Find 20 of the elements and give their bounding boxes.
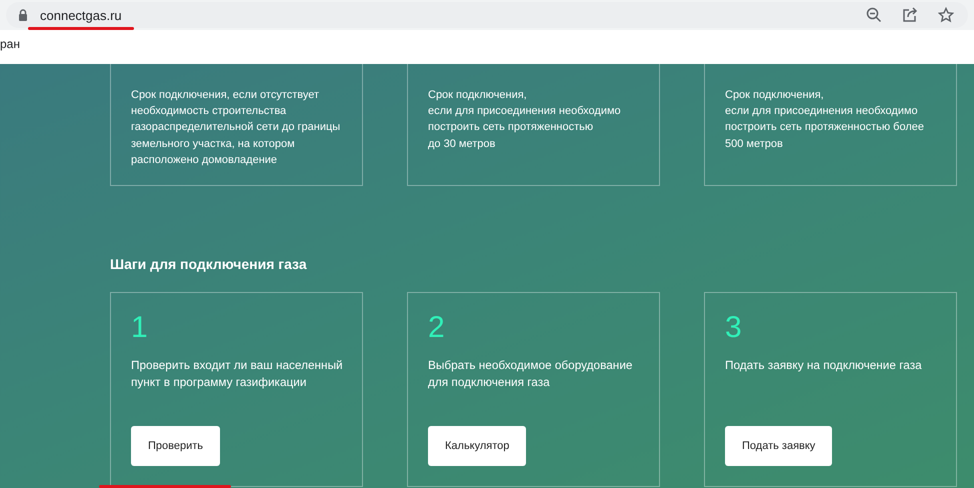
action-button[interactable]: Проверить [131, 426, 220, 466]
step-number: 3 [725, 311, 743, 345]
action-button[interactable]: Подать заявку [725, 426, 832, 466]
step-number: 1 [131, 311, 149, 345]
section-title: Шаги для подключения газа [110, 256, 308, 272]
card-text: Срок подключения, если для присоединения необходимо построить сеть протяженностью до 30 метров [428, 88, 622, 152]
action-button[interactable]: Калькулятор [428, 426, 526, 466]
address-bar[interactable]: connectgas.ru [6, 2, 968, 28]
star-icon[interactable] [938, 7, 954, 23]
share-icon[interactable] [902, 7, 918, 23]
zoom-out-icon[interactable] [866, 7, 882, 23]
card-text: Срок подключения, если для присоединения необходимо построить сеть протяженностью более 500 метров [725, 88, 925, 152]
lock-icon [18, 9, 28, 21]
step-text: Подать заявку на подключение газа [725, 357, 923, 374]
url-text: connectgas.ru [40, 8, 122, 22]
bookmark-item[interactable]: ран [0, 37, 20, 51]
card-text: Срок подключения, если отсутствует необходимость строительства газораспределительной сети до границы земельного участка, на котором расположено домовладение [131, 88, 342, 168]
step-text: Проверить входит ли ваш населенный пункт в программу газификации [131, 357, 344, 391]
step-text: Выбрать необходимое оборудование для подключения газа [428, 357, 634, 391]
step-number: 2 [428, 311, 446, 345]
